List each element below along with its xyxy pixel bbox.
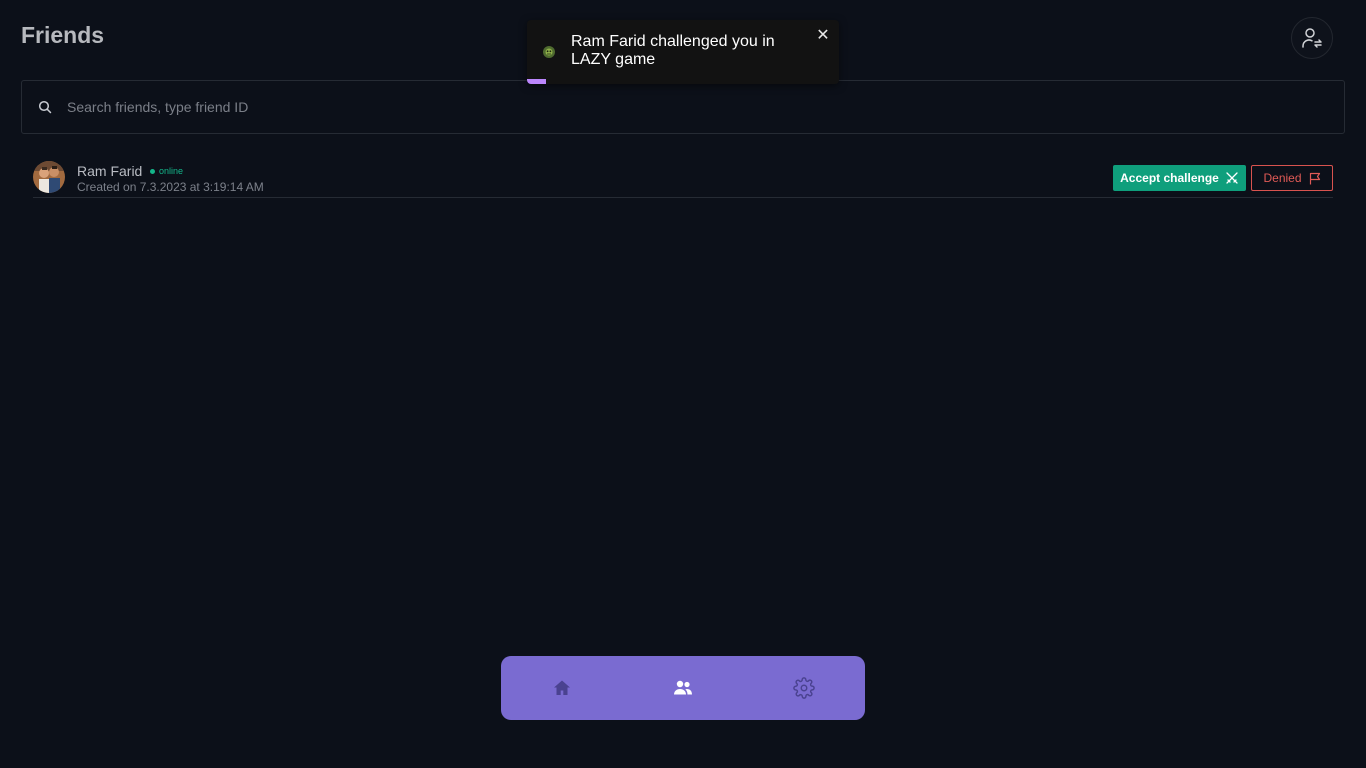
gear-icon bbox=[793, 677, 815, 699]
nav-friends[interactable] bbox=[671, 676, 695, 700]
avatar[interactable] bbox=[33, 161, 65, 193]
flag-icon bbox=[1309, 172, 1321, 185]
search-icon bbox=[38, 100, 52, 114]
friend-row: Ram Farid online Created on 7.3.2023 at … bbox=[33, 158, 1333, 198]
denied-button[interactable]: Denied bbox=[1251, 165, 1333, 191]
bottom-nav bbox=[501, 656, 865, 720]
accept-label: Accept challenge bbox=[1120, 171, 1219, 185]
crossed-swords-icon bbox=[1225, 171, 1239, 185]
nav-home[interactable] bbox=[550, 676, 574, 700]
challenge-toast: Ram Farid challenged you in LAZY game ✕ bbox=[527, 20, 839, 84]
denied-label: Denied bbox=[1263, 171, 1302, 185]
game-badge-icon bbox=[541, 44, 557, 60]
nav-settings[interactable] bbox=[792, 676, 816, 700]
search-input[interactable] bbox=[65, 91, 1344, 123]
toast-message: Ram Farid challenged you in LAZY game bbox=[571, 33, 775, 68]
page-title: Friends bbox=[21, 22, 105, 48]
user-switch-icon bbox=[1300, 26, 1324, 50]
close-icon[interactable]: ✕ bbox=[815, 28, 831, 44]
friends-icon bbox=[673, 678, 693, 698]
toast-progress-bar bbox=[527, 79, 546, 84]
profile-switch-button[interactable] bbox=[1291, 17, 1333, 59]
home-icon bbox=[552, 678, 572, 698]
search-box[interactable] bbox=[21, 80, 1345, 134]
created-date: Created on 7.3.2023 at 3:19:14 AM bbox=[77, 180, 264, 194]
friend-name[interactable]: Ram Farid bbox=[77, 163, 142, 179]
accept-challenge-button[interactable]: Accept challenge bbox=[1113, 165, 1246, 191]
online-status: online bbox=[150, 166, 183, 176]
status-label: online bbox=[159, 166, 184, 176]
status-dot-icon bbox=[150, 168, 155, 174]
